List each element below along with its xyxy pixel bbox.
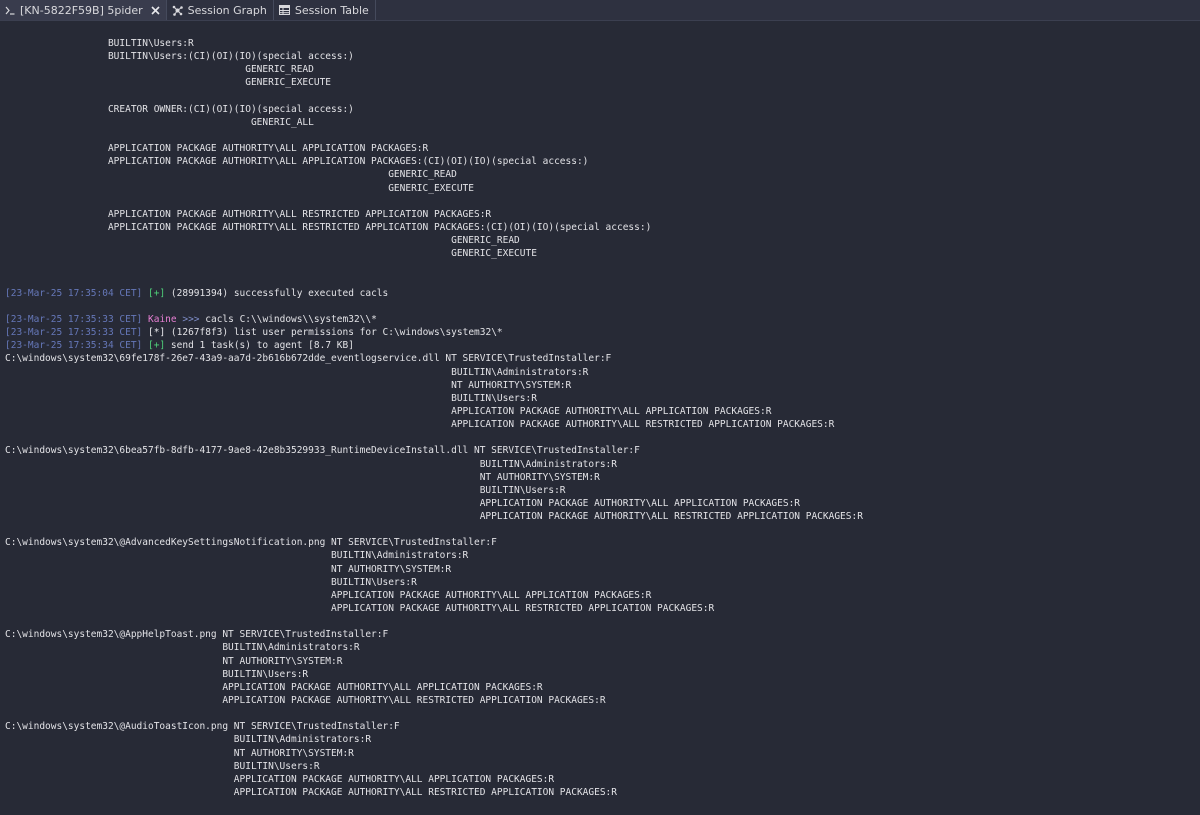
console-line: APPLICATION PACKAGE AUTHORITY\ALL RESTRI… <box>5 695 606 707</box>
console-line: BUILTIN\Users:R <box>5 760 320 772</box>
console-line: APPLICATION PACKAGE AUTHORITY\ALL APPLIC… <box>5 773 555 785</box>
tab-label: Session Graph <box>187 3 267 17</box>
console-line: NT AUTHORITY\SYSTEM:R <box>5 655 343 667</box>
command-line: [23-Mar-25 17:35:33 CET] Kaine >>> cacls… <box>5 313 863 326</box>
console-line: GENERIC_READ <box>5 235 520 247</box>
prompt-symbol: >>> <box>182 313 200 325</box>
console-line: APPLICATION PACKAGE AUTHORITY\ALL RESTRI… <box>5 208 492 220</box>
timestamp: [23-Mar-25 17:35:33 CET] <box>5 313 143 325</box>
console-line: APPLICATION PACKAGE AUTHORITY\ALL RESTRI… <box>5 419 835 431</box>
console-line: NT AUTHORITY\SYSTEM:R <box>5 747 354 759</box>
console-line: C:\windows\system32\69fe178f-26e7-43a9-a… <box>5 353 612 365</box>
console-line: APPLICATION PACKAGE AUTHORITY\ALL RESTRI… <box>5 603 715 615</box>
task-info-line: [23-Mar-25 17:35:33 CET] [*] (1267f8f3) … <box>5 326 863 339</box>
operator-name: Kaine <box>148 313 177 325</box>
console-line: APPLICATION PACKAGE AUTHORITY\ALL APPLIC… <box>5 156 589 168</box>
message-text: send 1 task(s) to agent [8.7 KB] <box>165 340 354 352</box>
console-line: BUILTIN\Administrators:R <box>5 550 469 562</box>
table-icon <box>278 5 290 15</box>
console-line: APPLICATION PACKAGE AUTHORITY\ALL RESTRI… <box>5 511 863 523</box>
timestamp: [23-Mar-25 17:35:33 CET] <box>5 327 143 339</box>
console-line: GENERIC_ALL <box>5 116 314 128</box>
console-line: BUILTIN\Administrators:R <box>5 734 372 746</box>
console-line: BUILTIN\Users:R <box>5 392 537 404</box>
console-line: GENERIC_EXECUTE <box>5 182 474 194</box>
console-line: APPLICATION PACKAGE AUTHORITY\ALL APPLIC… <box>5 681 543 693</box>
console-output[interactable]: BUILTIN\Users:R BUILTIN\Users:(CI)(OI)(I… <box>0 22 1200 815</box>
console-line: APPLICATION PACKAGE AUTHORITY\ALL RESTRI… <box>5 787 617 799</box>
agent-console-window: [KN-5822F59B] 5pider Session Graph Sessi… <box>0 0 1200 815</box>
info-marker: [*] <box>148 327 166 339</box>
console-lines: BUILTIN\Users:R BUILTIN\Users:(CI)(OI)(I… <box>5 37 863 799</box>
command-text: cacls C:\\windows\\system32\\* <box>199 313 377 325</box>
console-line: BUILTIN\Users:R <box>5 38 194 49</box>
task-sent-line: [23-Mar-25 17:35:34 CET] [+] send 1 task… <box>5 339 863 352</box>
console-line: GENERIC_READ <box>5 169 457 181</box>
console-line: APPLICATION PACKAGE AUTHORITY\ALL APPLIC… <box>5 589 652 601</box>
console-line: CREATOR OWNER:(CI)(OI)(IO)(special acces… <box>5 103 354 115</box>
console-line: C:\windows\system32\@AudioToastIcon.png … <box>5 721 400 733</box>
console-line: NT AUTHORITY\SYSTEM:R <box>5 563 452 575</box>
close-icon[interactable] <box>151 5 160 15</box>
graph-icon <box>172 5 183 16</box>
console-line: C:\windows\system32\@AdvancedKeySettings… <box>5 537 497 549</box>
console-line: GENERIC_READ <box>5 64 314 76</box>
console-line: C:\windows\system32\@AppHelpToast.png NT… <box>5 629 389 641</box>
tab-bar: [KN-5822F59B] 5pider Session Graph Sessi… <box>0 0 1200 21</box>
success-marker: [+] <box>148 287 166 299</box>
tab-agent-console[interactable]: [KN-5822F59B] 5pider <box>0 0 167 20</box>
tab-session-graph[interactable]: Session Graph <box>167 0 274 20</box>
tab-label: Session Table <box>294 3 369 17</box>
console-line: BUILTIN\Administrators:R <box>5 366 589 378</box>
output-block-cacls-previous: BUILTIN\Users:R BUILTIN\Users:(CI)(OI)(I… <box>5 37 863 287</box>
console-line: APPLICATION PACKAGE AUTHORITY\ALL APPLIC… <box>5 143 429 155</box>
console-line: BUILTIN\Users:R <box>5 668 309 680</box>
output-block-cacls-system32: C:\windows\system32\69fe178f-26e7-43a9-a… <box>5 352 863 799</box>
console-line: NT AUTHORITY\SYSTEM:R <box>5 379 572 391</box>
console-line: GENERIC_EXECUTE <box>5 77 332 89</box>
terminal-icon <box>5 6 15 15</box>
console-line: BUILTIN\Users:(CI)(OI)(IO)(special acces… <box>5 51 354 63</box>
exec-result-line: [23-Mar-25 17:35:04 CET] [+] (28991394) … <box>5 287 863 300</box>
timestamp: [23-Mar-25 17:35:04 CET] <box>5 287 143 299</box>
timestamp: [23-Mar-25 17:35:34 CET] <box>5 340 143 352</box>
tab-session-table[interactable]: Session Table <box>274 0 376 20</box>
console-line: NT AUTHORITY\SYSTEM:R <box>5 471 600 483</box>
console-line: BUILTIN\Users:R <box>5 576 417 588</box>
tab-label: [KN-5822F59B] 5pider <box>20 3 143 17</box>
console-line: APPLICATION PACKAGE AUTHORITY\ALL APPLIC… <box>5 497 801 509</box>
console-line: BUILTIN\Administrators:R <box>5 458 617 470</box>
console-line: APPLICATION PACKAGE AUTHORITY\ALL APPLIC… <box>5 405 772 417</box>
console-line: C:\windows\system32\6bea57fb-8dfb-4177-9… <box>5 445 640 457</box>
message-text: (28991394) successfully executed cacls <box>165 287 389 299</box>
console-line: BUILTIN\Administrators:R <box>5 642 360 654</box>
message-text: (1267f8f3) list user permissions for C:\… <box>165 327 503 339</box>
console-line: GENERIC_EXECUTE <box>5 248 537 260</box>
success-marker: [+] <box>148 340 166 352</box>
console-line: BUILTIN\Users:R <box>5 484 566 496</box>
console-line: APPLICATION PACKAGE AUTHORITY\ALL RESTRI… <box>5 221 652 233</box>
